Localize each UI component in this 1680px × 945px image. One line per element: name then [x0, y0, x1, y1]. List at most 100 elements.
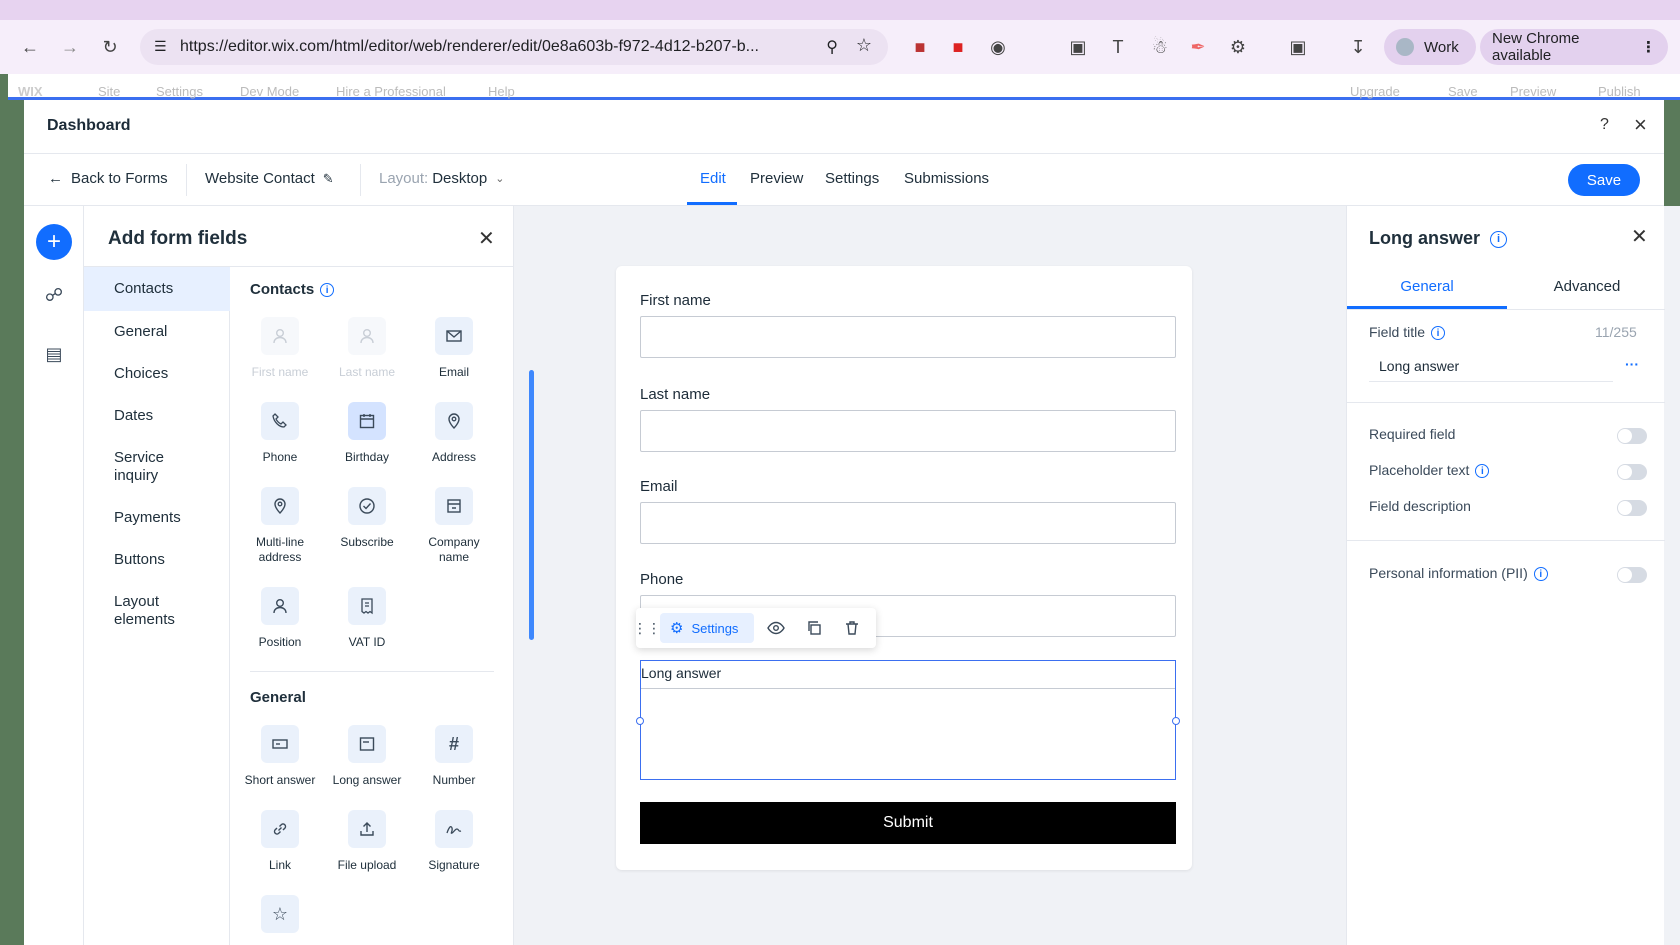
- tile-phone[interactable]: Phone: [240, 402, 320, 465]
- extension-icon[interactable]: ▣: [1066, 35, 1090, 59]
- field-settings-button[interactable]: ⚙ Settings: [660, 613, 754, 643]
- layout-select[interactable]: Layout: Desktop ⌄: [379, 170, 504, 187]
- connections-icon[interactable]: ☍: [42, 283, 66, 307]
- pii-toggle[interactable]: [1617, 567, 1647, 583]
- menu-settings[interactable]: Settings: [156, 84, 203, 99]
- site-settings-icon[interactable]: ☰: [154, 38, 167, 55]
- category-contacts[interactable]: Contacts: [84, 267, 230, 311]
- placeholder-text-toggle[interactable]: [1617, 464, 1647, 480]
- close-icon[interactable]: ✕: [478, 226, 495, 251]
- info-icon[interactable]: i: [1431, 326, 1446, 341]
- menu-publish[interactable]: Publish: [1598, 84, 1641, 99]
- tab-submissions[interactable]: Submissions: [904, 170, 989, 187]
- eye-icon[interactable]: [766, 618, 786, 638]
- info-icon[interactable]: i: [1490, 230, 1508, 248]
- bookmark-star-icon[interactable]: ☆: [856, 35, 872, 56]
- tile-position[interactable]: Position: [240, 587, 320, 650]
- info-icon[interactable]: i: [1475, 464, 1490, 479]
- extension-icon[interactable]: ■: [908, 35, 932, 59]
- email-input[interactable]: [640, 502, 1176, 544]
- extension-icon[interactable]: ☃: [1148, 35, 1172, 59]
- required-field-toggle[interactable]: [1617, 428, 1647, 444]
- more-options-icon[interactable]: ···: [1625, 356, 1639, 372]
- category-general[interactable]: General: [84, 323, 230, 341]
- panel-scrollbar[interactable]: [529, 370, 534, 640]
- extensions-puzzle-icon[interactable]: ⚙: [1226, 35, 1250, 59]
- menu-upgrade[interactable]: Upgrade: [1350, 84, 1400, 99]
- download-icon[interactable]: ↧: [1346, 35, 1370, 59]
- submit-button[interactable]: Submit: [640, 802, 1176, 844]
- zoom-icon[interactable]: ⚲: [826, 37, 838, 57]
- tile-multi-line-address[interactable]: Multi-line address: [240, 487, 320, 565]
- extension-icon[interactable]: T: [1106, 35, 1130, 59]
- back-arrow-icon[interactable]: ←: [18, 35, 42, 59]
- divider: [1347, 540, 1665, 541]
- tile-file-upload[interactable]: File upload: [327, 810, 407, 873]
- section-label: Contacts: [250, 281, 315, 298]
- tab-general[interactable]: General: [1347, 278, 1507, 295]
- first-name-input[interactable]: [640, 316, 1176, 358]
- tab-search-icon[interactable]: ▣: [1286, 35, 1310, 59]
- drag-handle-icon[interactable]: ⋮⋮: [633, 618, 661, 638]
- info-icon[interactable]: i: [320, 283, 335, 298]
- add-field-button[interactable]: +: [36, 224, 72, 260]
- info-icon[interactable]: i: [1533, 567, 1548, 582]
- kebab-menu-icon[interactable]: ⋮: [1641, 38, 1656, 56]
- last-name-input[interactable]: [640, 410, 1176, 452]
- pii-label: Personal information (PII) i: [1369, 565, 1548, 582]
- help-icon[interactable]: ?: [1600, 116, 1609, 134]
- address-bar[interactable]: ☰ https://editor.wix.com/html/editor/web…: [140, 29, 888, 65]
- tile-rating[interactable]: ☆: [240, 895, 320, 933]
- menu-save[interactable]: Save: [1448, 84, 1478, 99]
- menu-preview[interactable]: Preview: [1510, 84, 1556, 99]
- close-icon[interactable]: ✕: [1631, 224, 1648, 249]
- chrome-update-button[interactable]: New Chrome available ⋮: [1480, 29, 1668, 65]
- field-title-input[interactable]: Long answer: [1369, 350, 1613, 382]
- tab-settings[interactable]: Settings: [825, 170, 879, 187]
- category-service-inquiry[interactable]: Service inquiry: [84, 449, 204, 485]
- tile-short-answer[interactable]: Short answer: [240, 725, 320, 788]
- profile-button[interactable]: Work: [1384, 29, 1476, 65]
- menu-hire[interactable]: Hire a Professional: [336, 84, 446, 99]
- tile-link[interactable]: Link: [240, 810, 320, 873]
- menu-help[interactable]: Help: [488, 84, 515, 99]
- category-payments[interactable]: Payments: [84, 509, 230, 527]
- category-buttons[interactable]: Buttons: [84, 551, 230, 569]
- form-pages-icon[interactable]: ▤: [42, 342, 66, 366]
- tab-edit[interactable]: Edit: [700, 170, 726, 187]
- tile-vat-id[interactable]: VAT ID: [327, 587, 407, 650]
- tile-email[interactable]: Email: [414, 317, 494, 380]
- form-name[interactable]: Website Contact ✎: [205, 170, 334, 187]
- category-layout-elements[interactable]: Layout elements: [84, 593, 204, 629]
- back-to-forms-link[interactable]: ← Back to Forms: [48, 170, 168, 187]
- tile-last-name[interactable]: Last name: [327, 317, 407, 380]
- resize-handle[interactable]: [1172, 717, 1180, 725]
- tile-subscribe[interactable]: Subscribe: [327, 487, 407, 550]
- save-button[interactable]: Save: [1568, 164, 1640, 196]
- tile-number[interactable]: # Number: [414, 725, 494, 788]
- close-icon[interactable]: ×: [1634, 112, 1647, 138]
- tile-company-name[interactable]: Company name: [414, 487, 494, 565]
- duplicate-icon[interactable]: [804, 618, 824, 638]
- long-answer-field-selected[interactable]: Long answer: [636, 660, 1180, 780]
- trash-icon[interactable]: [842, 618, 862, 638]
- extension-icon[interactable]: ✒: [1186, 35, 1210, 59]
- tile-signature[interactable]: Signature: [414, 810, 494, 873]
- tile-long-answer[interactable]: Long answer: [327, 725, 407, 788]
- category-dates[interactable]: Dates: [84, 407, 230, 425]
- menu-dev-mode[interactable]: Dev Mode: [240, 84, 299, 99]
- tile-first-name[interactable]: First name: [240, 317, 320, 380]
- reload-icon[interactable]: ↻: [98, 35, 122, 59]
- tile-birthday[interactable]: Birthday: [327, 402, 407, 465]
- menu-site[interactable]: Site: [98, 84, 120, 99]
- pencil-icon[interactable]: ✎: [323, 171, 334, 187]
- tab-advanced[interactable]: Advanced: [1507, 278, 1667, 295]
- extension-icon[interactable]: ◉: [986, 35, 1010, 59]
- category-choices[interactable]: Choices: [84, 365, 230, 383]
- forward-arrow-icon[interactable]: →: [58, 35, 82, 59]
- field-description-toggle[interactable]: [1617, 500, 1647, 516]
- tile-address[interactable]: Address: [414, 402, 494, 465]
- tab-preview[interactable]: Preview: [750, 170, 803, 187]
- resize-handle[interactable]: [636, 717, 644, 725]
- extension-icon[interactable]: ■: [946, 35, 970, 59]
